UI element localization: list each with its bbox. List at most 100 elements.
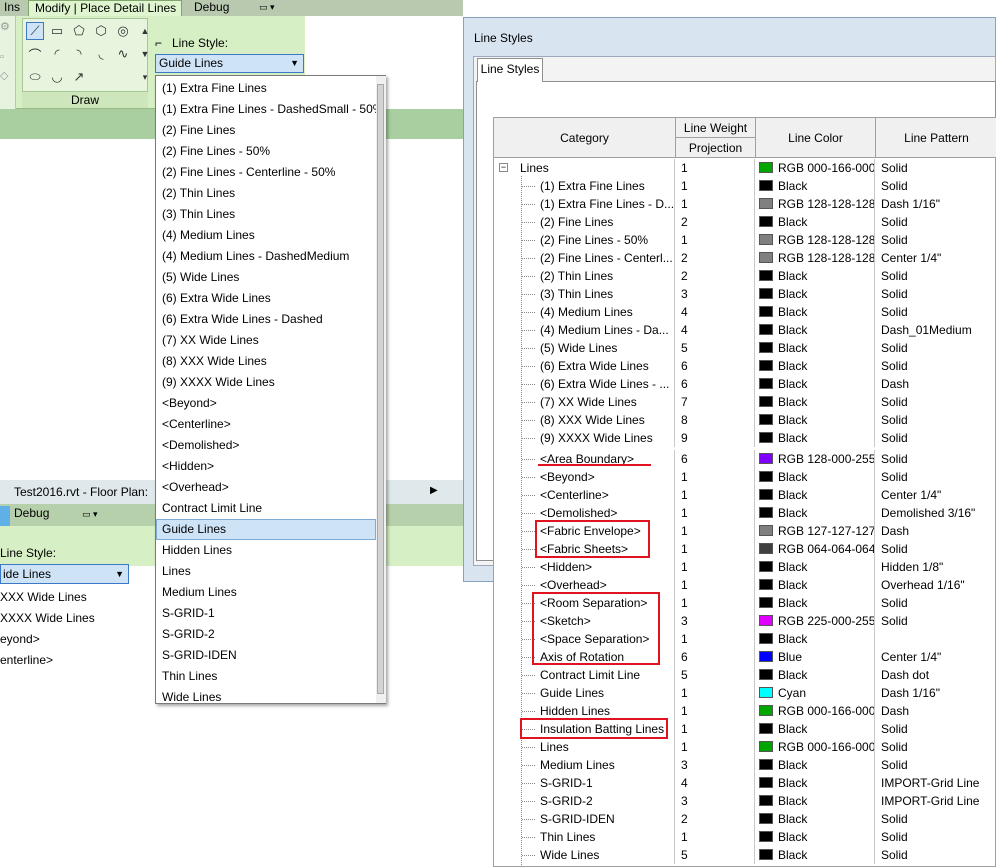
line-color-cell[interactable]: Black bbox=[756, 321, 875, 339]
line-color-cell[interactable]: Black bbox=[756, 267, 875, 285]
line-weight-cell[interactable]: 3 bbox=[676, 756, 755, 774]
list-item[interactable]: eyond> bbox=[0, 632, 40, 646]
dropdown-item[interactable]: (1) Extra Fine Lines bbox=[156, 78, 376, 99]
table-row[interactable]: (9) XXXX Wide Lines 9 Black Solid bbox=[494, 429, 996, 447]
table-row[interactable]: (1) Extra Fine Lines - D... 1 RGB 128-128-… bbox=[494, 195, 996, 213]
dropdown-item[interactable]: <Hidden> bbox=[156, 456, 376, 477]
fillet-arc-icon[interactable]: ◟ bbox=[92, 45, 110, 63]
category-cell[interactable]: Lines bbox=[494, 159, 675, 177]
line-color-cell[interactable]: Black bbox=[756, 468, 875, 486]
dropdown-item[interactable]: (2) Thin Lines bbox=[156, 183, 376, 204]
table-row[interactable]: (5) Wide Lines 5 Black Solid bbox=[494, 339, 996, 357]
spline-icon[interactable]: ∿ bbox=[114, 45, 132, 63]
line-color-cell[interactable]: RGB 000-166-000 bbox=[756, 159, 875, 177]
dropdown-item[interactable]: Thin Lines bbox=[156, 666, 376, 687]
line-color-cell[interactable]: Black bbox=[756, 558, 875, 576]
line-pattern-cell[interactable]: Solid bbox=[876, 756, 996, 774]
dropdown-item[interactable]: (4) Medium Lines bbox=[156, 225, 376, 246]
line-color-cell[interactable]: Cyan bbox=[756, 684, 875, 702]
line-weight-cell[interactable]: 1 bbox=[676, 828, 755, 846]
chevron-down-icon[interactable]: ▼ bbox=[290, 55, 299, 72]
table-row[interactable]: (6) Extra Wide Lines - ... 6 Black Dash bbox=[494, 375, 996, 393]
line-pattern-cell[interactable]: Solid bbox=[876, 738, 996, 756]
table-row[interactable]: S-GRID-IDEN 2 Black Solid bbox=[494, 810, 996, 828]
circumscribed-polygon-icon[interactable]: ⬡ bbox=[92, 22, 110, 40]
line-weight-cell[interactable]: 4 bbox=[676, 321, 755, 339]
scroll-right-icon[interactable]: ▶ bbox=[430, 485, 438, 496]
line-color-cell[interactable]: Black bbox=[756, 846, 875, 864]
line-weight-cell[interactable]: 1 bbox=[676, 594, 755, 612]
line-color-cell[interactable]: RGB 128-128-128 bbox=[756, 195, 875, 213]
line-pattern-cell[interactable]: Solid bbox=[876, 285, 996, 303]
line-color-cell[interactable]: RGB 225-000-255 bbox=[756, 612, 875, 630]
line-color-cell[interactable]: Black bbox=[756, 666, 875, 684]
line-style-dropdown[interactable]: (1) Extra Fine Lines (1) Extra Fine Lines… bbox=[155, 75, 386, 704]
line-color-cell[interactable]: Black bbox=[756, 213, 875, 231]
line-pattern-cell[interactable]: Center 1/4" bbox=[876, 648, 996, 666]
table-row[interactable]: Wide Lines 5 Black Solid bbox=[494, 846, 996, 864]
table-row[interactable]: <Centerline> 1 Black Center 1/4" bbox=[494, 486, 996, 504]
dropdown-item[interactable]: (4) Medium Lines - DashedMedium bbox=[156, 246, 376, 267]
dropdown-scrollbar[interactable] bbox=[376, 76, 386, 703]
line-color-cell[interactable]: Black bbox=[756, 828, 875, 846]
tangent-arc-icon[interactable]: ◝ bbox=[70, 45, 88, 63]
table-row[interactable]: (3) Thin Lines 3 Black Solid bbox=[494, 285, 996, 303]
line-color-cell[interactable]: Black bbox=[756, 411, 875, 429]
line-pattern-cell[interactable]: Solid bbox=[876, 159, 996, 177]
line-color-cell[interactable]: Black bbox=[756, 756, 875, 774]
line-color-cell[interactable]: Black bbox=[756, 303, 875, 321]
dropdown-item[interactable]: <Overhead> bbox=[156, 477, 376, 498]
line-color-cell[interactable]: RGB 128-000-255 bbox=[756, 450, 875, 468]
line-color-cell[interactable]: Black bbox=[756, 375, 875, 393]
line-weight-cell[interactable]: 2 bbox=[676, 213, 755, 231]
line-pattern-cell[interactable]: Solid bbox=[876, 231, 996, 249]
table-row[interactable]: Contract Limit Line 5 Black Dash dot bbox=[494, 666, 996, 684]
table-row[interactable]: (6) Extra Wide Lines 6 Black Solid bbox=[494, 357, 996, 375]
line-weight-cell[interactable]: 7 bbox=[676, 393, 755, 411]
line-color-cell[interactable]: Black bbox=[756, 792, 875, 810]
line-color-cell[interactable]: Black bbox=[756, 594, 875, 612]
dropdown-item[interactable]: S-GRID-IDEN bbox=[156, 645, 376, 666]
rectangle-tool-icon[interactable]: ▭ bbox=[48, 22, 66, 40]
column-header-category[interactable]: Category bbox=[494, 118, 676, 158]
table-row[interactable]: Medium Lines 3 Black Solid bbox=[494, 756, 996, 774]
line-weight-cell[interactable]: 4 bbox=[676, 303, 755, 321]
line-weight-cell[interactable]: 1 bbox=[676, 540, 755, 558]
table-row[interactable]: Thin Lines 1 Black Solid bbox=[494, 828, 996, 846]
line-pattern-cell[interactable]: Solid bbox=[876, 540, 996, 558]
line-weight-cell[interactable]: 1 bbox=[676, 630, 755, 648]
second-ribbon-active-tab[interactable] bbox=[0, 506, 10, 526]
inscribed-polygon-icon[interactable]: ⬠ bbox=[70, 22, 88, 40]
table-row[interactable]: (2) Fine Lines - Centerl... 2 RGB 128-128-… bbox=[494, 249, 996, 267]
line-pattern-cell[interactable]: Solid bbox=[876, 429, 996, 447]
line-pattern-cell[interactable]: Dash bbox=[876, 522, 996, 540]
partial-ellipse-icon[interactable]: ◡ bbox=[48, 68, 66, 86]
line-pattern-cell[interactable]: Solid bbox=[876, 393, 996, 411]
dropdown-item[interactable]: Hidden Lines bbox=[156, 540, 376, 561]
line-color-cell[interactable]: Black bbox=[756, 774, 875, 792]
line-weight-cell[interactable]: 1 bbox=[676, 504, 755, 522]
dropdown-item[interactable]: (8) XXX Wide Lines bbox=[156, 351, 376, 372]
line-pattern-cell[interactable]: Solid bbox=[876, 594, 996, 612]
line-style-combobox-second[interactable]: ide Lines ▼ bbox=[0, 564, 129, 584]
line-weight-cell[interactable]: 6 bbox=[676, 450, 755, 468]
table-row[interactable]: (2) Fine Lines 2 Black Solid bbox=[494, 213, 996, 231]
dropdown-item[interactable]: <Centerline> bbox=[156, 414, 376, 435]
line-pattern-cell[interactable]: Solid bbox=[876, 450, 996, 468]
dropdown-item[interactable]: (3) Thin Lines bbox=[156, 204, 376, 225]
dropdown-item[interactable]: (2) Fine Lines bbox=[156, 120, 376, 141]
line-pattern-cell[interactable]: Solid bbox=[876, 720, 996, 738]
line-pattern-cell[interactable]: IMPORT-Grid Line bbox=[876, 792, 996, 810]
line-color-cell[interactable]: Black bbox=[756, 357, 875, 375]
line-color-cell[interactable]: Black bbox=[756, 486, 875, 504]
line-pattern-cell[interactable]: Dash bbox=[876, 375, 996, 393]
line-weight-cell[interactable]: 1 bbox=[676, 738, 755, 756]
line-weight-cell[interactable]: 1 bbox=[676, 576, 755, 594]
dropdown-item[interactable]: <Demolished> bbox=[156, 435, 376, 456]
column-header-line-color[interactable]: Line Color bbox=[756, 118, 876, 158]
line-weight-cell[interactable]: 3 bbox=[676, 285, 755, 303]
tab-line-styles[interactable]: Line Styles bbox=[477, 58, 543, 82]
line-weight-cell[interactable]: 8 bbox=[676, 411, 755, 429]
line-tool-icon[interactable]: ⟋ bbox=[26, 22, 44, 40]
line-weight-cell[interactable]: 5 bbox=[676, 846, 755, 864]
